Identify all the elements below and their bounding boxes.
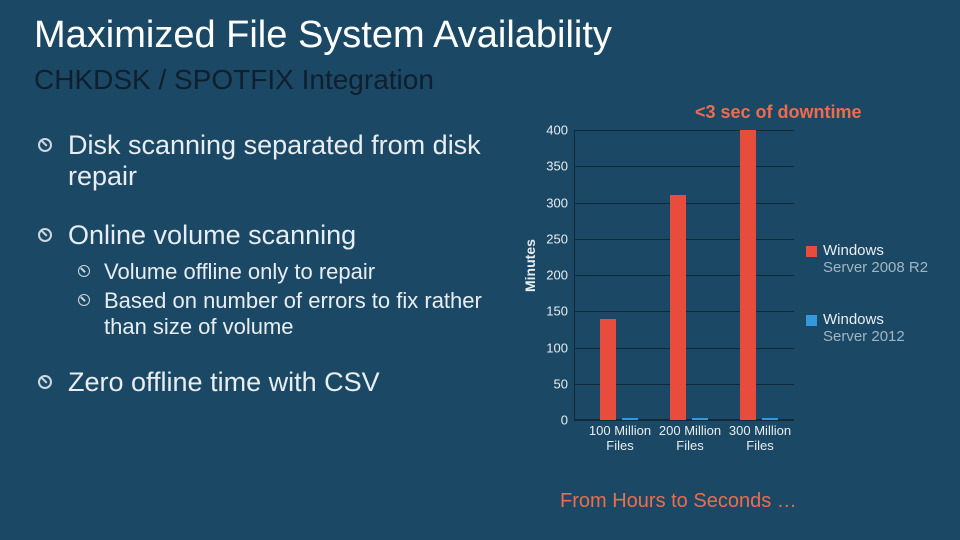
y-tick-label: 0 [561,413,568,428]
y-tick-label: 300 [546,195,568,210]
gridline [574,130,794,131]
x-tick-label: 100 Million Files [585,424,655,454]
y-tick-label: 350 [546,159,568,174]
page-subtitle: CHKDSK / SPOTFIX Integration [34,64,434,96]
chart-caption: From Hours to Seconds … [560,490,797,513]
y-tick-label: 200 [546,268,568,283]
subbullet-item: Volume offline only to repair [76,259,514,284]
bullet-item: Disk scanning separated from disk repair [34,130,514,192]
page-title: Maximized File System Availability [34,14,612,57]
y-tick-label: 250 [546,231,568,246]
subbullet-text: Volume offline only to repair [104,259,375,284]
bullet-item: Zero offline time with CSV [34,367,514,398]
subbullet-text: Based on number of errors to fix rather … [104,288,482,338]
legend-swatch-icon [806,315,817,326]
bullet-item: Online volume scanning Volume offline on… [34,220,514,339]
gridline [574,420,794,421]
bar [762,418,778,420]
plot-area: 050100150200250300350400100 Million File… [574,130,794,420]
y-tick-label: 50 [554,376,568,391]
legend-item: Windows Server 2012 [806,311,928,346]
bullet-list: Disk scanning separated from disk repair… [34,130,514,426]
subbullet-item: Based on number of errors to fix rather … [76,288,514,339]
x-tick-label: 200 Million Files [655,424,725,454]
bar [600,319,616,421]
bullet-text: Zero offline time with CSV [68,367,380,397]
y-tick-label: 150 [546,304,568,319]
y-tick-label: 400 [546,123,568,138]
bar [670,195,686,420]
legend-label: Server 2012 [823,328,905,345]
gridline [574,166,794,167]
bar [622,418,638,420]
bar [692,418,708,420]
chart: <3 sec of downtime Minutes 0501001502002… [540,102,950,482]
bullet-text: Online volume scanning [68,220,356,250]
legend-swatch-icon [806,246,817,257]
downtime-annotation: <3 sec of downtime [695,102,862,123]
bullet-text: Disk scanning separated from disk repair [68,130,481,191]
legend-label: Server 2008 R2 [823,259,928,276]
bar [740,130,756,420]
y-axis-label: Minutes [522,239,538,292]
y-tick-label: 100 [546,340,568,355]
legend: Windows Server 2008 R2 Windows Server 20… [806,242,928,379]
legend-item: Windows Server 2008 R2 [806,242,928,277]
x-tick-label: 300 Million Files [725,424,795,454]
slide: Maximized File System Availability CHKDS… [0,0,960,540]
legend-label: Windows [823,242,884,259]
legend-label: Windows [823,311,884,328]
